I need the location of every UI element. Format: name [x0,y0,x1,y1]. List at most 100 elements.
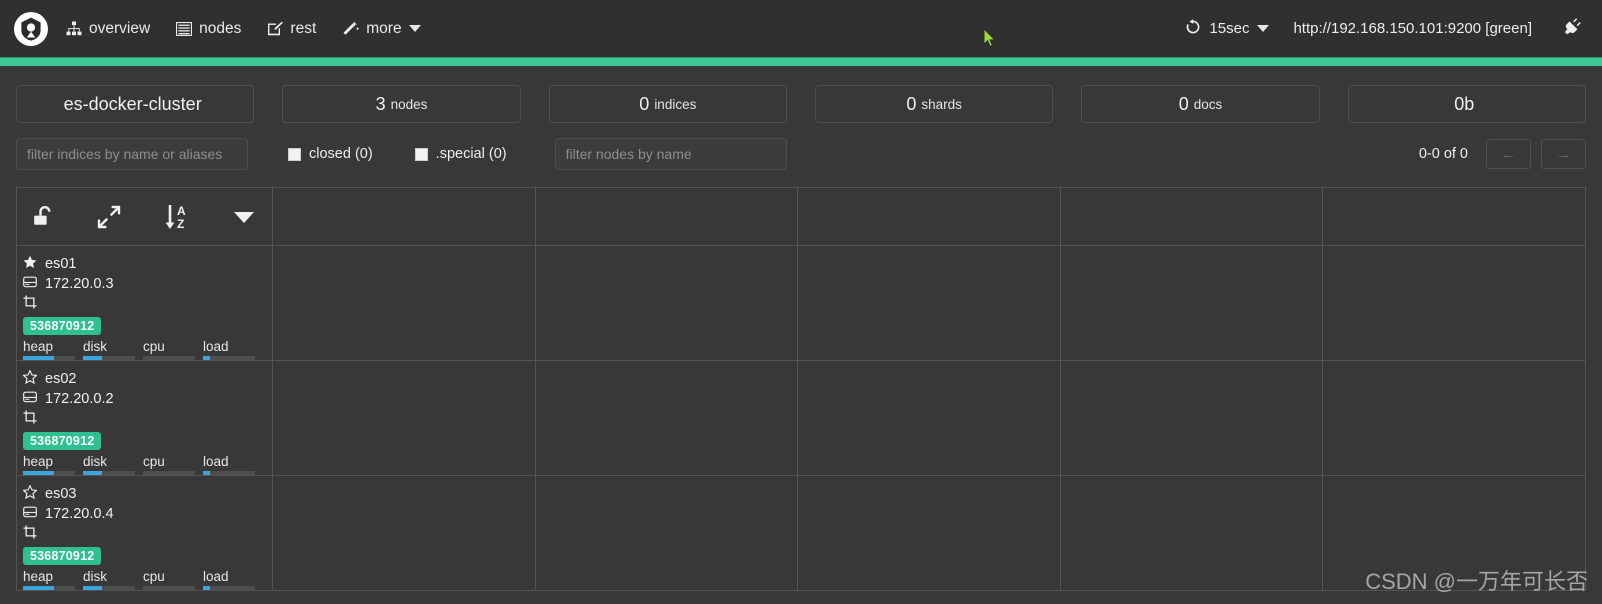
stat-card-nodes[interactable]: 3 nodes [282,85,521,123]
crop-icon [23,525,37,543]
refresh-interval-selector[interactable]: 15sec [1171,18,1283,39]
grid-empty-cell [1059,360,1324,476]
nav-item-rest[interactable]: rest [267,20,316,38]
disconnect-button[interactable] [1550,17,1588,40]
caret-down-icon[interactable] [233,210,255,224]
metric-bar-track [143,471,195,475]
node-ip-line: 172.20.0.2 [23,389,266,409]
stat-card-size[interactable]: 0b [1347,85,1586,123]
grid-header-empty-cell [797,187,1061,246]
nav-item-label: overview [89,19,151,37]
top-navbar: overview nodes rest more 15sec http://19… [0,0,1602,57]
node-metrics: heap disk cpu load [23,339,266,360]
stat-card-cluster-name[interactable]: es-docker-cluster [16,85,255,123]
hdd-icon [23,276,37,292]
metric-bar-track [143,586,195,590]
nav-item-nodes[interactable]: nodes [176,20,241,38]
pagination-controls: 0-0 of 0 ← → [1419,139,1586,169]
metric-label: load [203,339,229,354]
node-summary: es01 172.20.0.3 536870912 heap disk cpu … [17,246,272,360]
stat-card-docs[interactable]: 0 docs [1081,85,1320,123]
metric-label: heap [23,454,54,469]
metric-label: heap [23,339,54,354]
stat-unit: indices [654,96,697,112]
stat-unit: docs [1193,96,1223,112]
stat-card-shards[interactable]: 0 shards [814,85,1054,123]
cluster-url-label[interactable]: http://192.168.150.101:9200 [green] [1283,20,1550,37]
node-name-line: es02 [22,369,266,389]
metric-bar-track [83,356,135,360]
nav-item-more[interactable]: more [342,20,421,38]
stat-value: 0 [1178,93,1189,114]
nav-item-overview[interactable]: overview [66,20,150,38]
node-cell-es01[interactable]: es01 172.20.0.3 536870912 heap disk cpu … [16,245,273,361]
checkbox-box-icon [414,147,428,161]
metric-bar-track [203,586,255,590]
sort-alpha-down-icon[interactable]: A Z [163,203,191,231]
node-cell-es02[interactable]: es02 172.20.0.2 536870912 heap disk cpu … [16,360,273,476]
metric-heap: heap [23,339,83,360]
grid-empty-cell [1322,475,1586,591]
grid-empty-cell [534,360,799,476]
metric-label: disk [83,454,108,469]
pagination-range-label: 0-0 of 0 [1418,146,1468,162]
metric-bar-fill [83,471,102,475]
heap-size-badge: 536870912 [23,432,102,450]
metric-label: disk [83,569,108,584]
node-summary: es03 172.20.0.4 536870912 heap disk cpu … [17,476,272,590]
table-row: es01 172.20.0.3 536870912 heap disk cpu … [16,245,1586,361]
node-metrics: heap disk cpu load [23,569,266,590]
node-ip-line: 172.20.0.3 [23,274,266,294]
metric-bar-fill [203,356,211,360]
unlock-icon[interactable] [33,205,55,229]
expand-arrows-icon[interactable] [97,205,121,229]
stat-value: 0b [1454,93,1475,114]
chevron-down-icon [408,25,421,32]
indices-filter-input[interactable] [16,138,248,170]
metric-label: cpu [143,339,165,354]
node-name: es01 [45,256,77,272]
grid-header-empty-cell [534,187,799,246]
stat-value: 0 [906,93,917,114]
node-role-line [23,409,266,429]
list-icon [176,21,193,36]
closed-indices-checkbox[interactable]: closed (0) [288,146,373,162]
pagination-next-button[interactable]: → [1541,139,1586,169]
metric-label: heap [23,569,54,584]
refresh-interval-label: 15sec [1209,20,1250,37]
grid-empty-cell [1322,360,1586,476]
star-outline-icon[interactable] [22,484,38,503]
metric-disk: disk [83,454,143,475]
grid-empty-cell [1322,245,1586,361]
metric-bar-track [23,471,75,475]
metric-load: load [203,339,263,360]
star-outline-icon[interactable] [22,369,38,388]
metric-bar-track [83,586,135,590]
node-name: es02 [45,371,77,387]
special-indices-checkbox[interactable]: .special (0) [414,146,507,162]
grid-empty-cell [272,475,536,591]
filter-toolbar: closed (0) .special (0) 0-0 of 0 ← → [0,123,1602,170]
stat-value: es-docker-cluster [63,93,202,114]
metric-bar-track [23,356,75,360]
table-row: es02 172.20.0.2 536870912 heap disk cpu … [16,360,1586,476]
metric-load: load [203,569,263,590]
star-filled-icon[interactable] [23,255,37,273]
pagination-prev-button[interactable]: ← [1486,139,1531,169]
metric-bar-track [23,586,75,590]
metric-cpu: cpu [143,569,203,590]
cluster-grid: A Z es01 172.20.0.3 536870912 heap disk … [16,187,1586,591]
grid-empty-cell [797,475,1061,591]
stat-card-indices[interactable]: 0 indices [548,85,787,123]
nav-item-label: nodes [199,19,242,37]
metric-heap: heap [23,454,83,475]
node-ip: 172.20.0.4 [45,506,114,522]
metric-heap: heap [23,569,83,590]
nodes-filter-input[interactable] [554,138,787,170]
metric-cpu: cpu [143,339,203,360]
nav-items: overview nodes rest more [66,20,421,38]
cerebro-logo-icon[interactable] [14,11,48,46]
node-role-line [23,294,266,314]
node-cell-es03[interactable]: es03 172.20.0.4 536870912 heap disk cpu … [16,475,273,591]
metric-bar-fill [83,356,102,360]
